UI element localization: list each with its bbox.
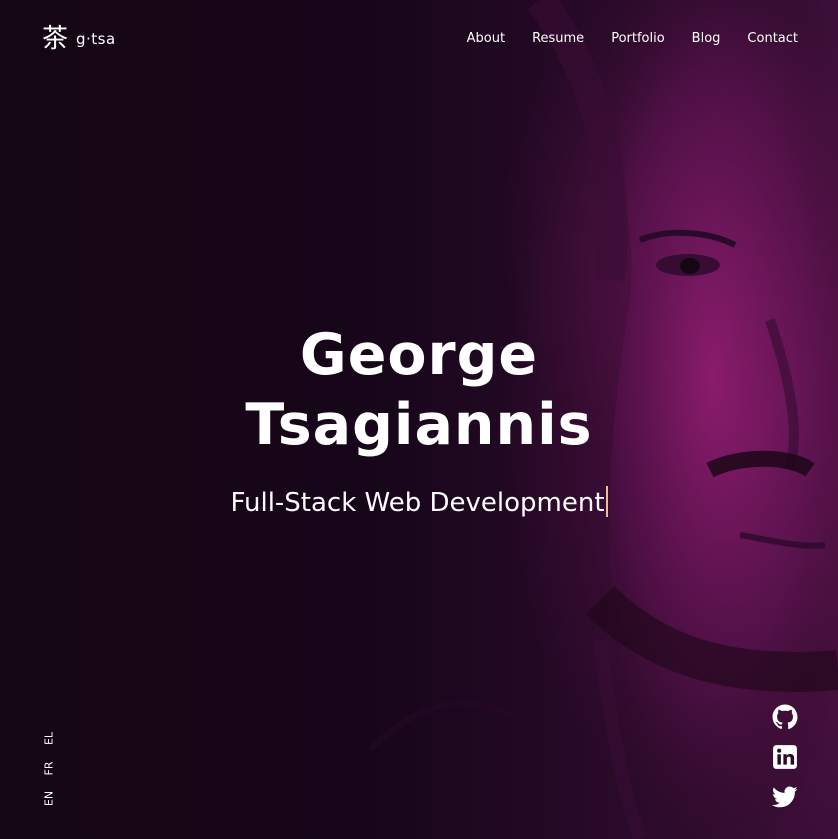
lang-fr[interactable]: FR (43, 760, 56, 778)
logo-text: g·tsa (76, 30, 116, 48)
main-nav: About Resume Portfolio Blog Contact (467, 31, 798, 46)
social-links (772, 704, 800, 824)
hero-tagline: Full-Stack Web Development (230, 488, 605, 518)
github-icon[interactable] (772, 704, 798, 730)
nav-blog[interactable]: Blog (692, 31, 721, 46)
hero-name: George Tsagiannis (0, 320, 838, 460)
lang-el[interactable]: EL (43, 730, 56, 748)
typing-cursor (605, 486, 608, 517)
hero-name-last: Tsagiannis (245, 392, 593, 458)
hero-name-first: George (299, 322, 539, 388)
site-logo[interactable]: 茶 g·tsa (42, 24, 116, 54)
hero-tagline-wrap: Full-Stack Web Development (0, 486, 838, 520)
language-switcher: EL FR EN (40, 728, 58, 810)
lang-en[interactable]: EN (43, 790, 56, 808)
nav-contact[interactable]: Contact (747, 31, 798, 46)
linkedin-icon[interactable] (772, 744, 798, 770)
twitter-icon[interactable] (772, 784, 798, 810)
logo-mark: 茶 (42, 24, 69, 54)
nav-resume[interactable]: Resume (532, 31, 584, 46)
nav-portfolio[interactable]: Portfolio (611, 31, 664, 46)
nav-about[interactable]: About (467, 31, 505, 46)
